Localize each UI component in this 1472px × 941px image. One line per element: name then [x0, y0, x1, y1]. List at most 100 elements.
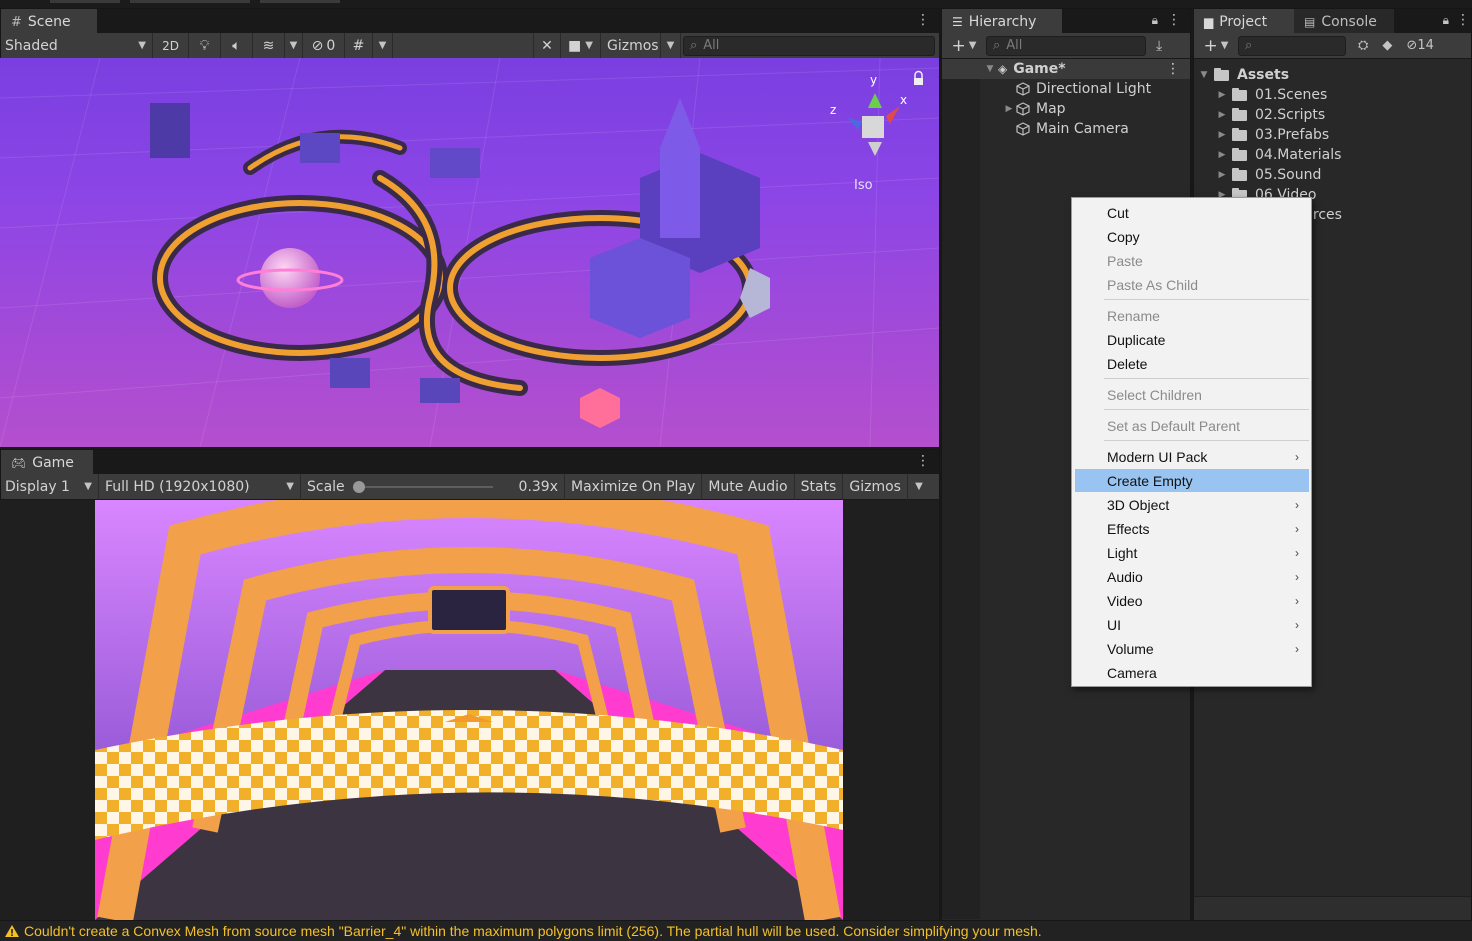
gizmos-dropdown[interactable]: ▼: [661, 32, 681, 59]
console-status-bar[interactable]: Couldn't create a Convex Mesh from sourc…: [0, 921, 1472, 941]
gameobject-cube-icon: [1016, 122, 1030, 136]
menu-item-duplicate[interactable]: Duplicate: [1075, 328, 1309, 351]
scale-slider[interactable]: [352, 480, 493, 493]
assets-root-row[interactable]: ▼ Assets: [1198, 65, 1290, 85]
expand-arrow-icon[interactable]: ▼: [984, 64, 996, 74]
menu-item-paste-as-child: Paste As Child: [1075, 273, 1309, 296]
project-folder-row[interactable]: ▶ 04.Materials: [1216, 145, 1342, 165]
hierarchy-item[interactable]: Directional Light: [942, 79, 1151, 99]
toggle-2d-button[interactable]: 2D: [153, 32, 189, 59]
tab-scene[interactable]: # Scene: [1, 9, 97, 33]
kebab-menu-icon[interactable]: ⋮: [1456, 13, 1470, 27]
expand-arrow-icon[interactable]: ▶: [1216, 130, 1228, 140]
chevron-right-icon: ›: [1295, 497, 1299, 512]
game-gizmos-dropdown[interactable]: ▼: [908, 474, 930, 500]
maximize-on-play-button[interactable]: Maximize On Play: [565, 473, 703, 500]
lighting-toggle-button[interactable]: 💡︎: [189, 32, 221, 59]
expand-arrow-icon[interactable]: ▶: [1216, 90, 1228, 100]
gizmos-button[interactable]: Gizmos: [601, 32, 661, 59]
hierarchy-search-input[interactable]: ⌕ All: [986, 35, 1146, 56]
effects-dropdown[interactable]: ▼: [285, 32, 303, 59]
tab-project[interactable]: ▆ Project: [1194, 9, 1294, 33]
menu-item-label: Select Children: [1107, 386, 1202, 403]
hierarchy-toolbar: + ▼ ⌕ All ⤓: [942, 33, 1190, 59]
menu-item-cut[interactable]: Cut: [1075, 201, 1309, 224]
stats-label: Stats: [800, 478, 837, 495]
game-gizmos-button[interactable]: Gizmos: [843, 473, 908, 500]
plus-icon: +: [1203, 35, 1218, 56]
scene-tabbar: # Scene ⋮: [1, 9, 939, 33]
hidden-objects-toggle[interactable]: ⊘ 0: [303, 32, 345, 59]
stats-button[interactable]: Stats: [795, 473, 844, 500]
kebab-menu-icon[interactable]: ⋮: [1166, 61, 1180, 77]
gameobject-cube-icon: [1016, 102, 1030, 116]
planet-prop: [260, 248, 320, 308]
create-button[interactable]: + ▼: [942, 33, 986, 59]
expand-arrow-icon[interactable]: ▶: [1216, 110, 1228, 120]
game-viewport[interactable]: [95, 500, 843, 920]
tab-game[interactable]: 🎮︎ Game: [1, 450, 93, 474]
project-folder-row[interactable]: ▶ 01.Scenes: [1216, 85, 1328, 105]
menu-item-modern-ui-pack[interactable]: Modern UI Pack ›: [1075, 445, 1309, 468]
resolution-dropdown[interactable]: Full HD (1920x1080) ▼: [99, 473, 301, 500]
mute-audio-button[interactable]: Mute Audio: [702, 473, 795, 500]
kebab-menu-icon[interactable]: ⋮: [916, 13, 930, 27]
filter-by-label-button[interactable]: ◆: [1382, 38, 1392, 53]
hierarchy-item[interactable]: ▶ Map: [942, 99, 1066, 119]
menu-item-effects[interactable]: Effects ›: [1075, 517, 1309, 540]
menu-separator: [1104, 409, 1309, 410]
hidden-packages-toggle[interactable]: ⊘14: [1406, 38, 1433, 53]
expand-arrow-icon[interactable]: ▼: [1198, 70, 1210, 80]
camera-dropdown[interactable]: ■ ▼: [561, 32, 601, 59]
scene-search-input[interactable]: ⌕ All: [683, 35, 935, 56]
scene-visibility-button[interactable]: ⤓: [1156, 38, 1162, 54]
menu-item-delete[interactable]: Delete: [1075, 352, 1309, 375]
menu-item-ui[interactable]: UI ›: [1075, 613, 1309, 636]
filter-by-type-button[interactable]: ⛭: [1358, 38, 1368, 53]
scene-viewport[interactable]: y x z Iso: [0, 58, 939, 447]
expand-arrow-icon[interactable]: ▶: [1002, 104, 1016, 114]
project-folder-label: 03.Prefabs: [1255, 127, 1330, 143]
project-folder-row[interactable]: ▶ 03.Prefabs: [1216, 125, 1330, 145]
kebab-menu-icon[interactable]: ⋮: [1167, 13, 1181, 27]
display-dropdown[interactable]: Display 1 ▼: [1, 473, 99, 500]
menu-item-camera[interactable]: Camera: [1075, 661, 1309, 684]
lock-icon[interactable]: 🔒︎: [1443, 13, 1449, 28]
project-folder-label: 05.Sound: [1255, 167, 1322, 183]
project-folder-row[interactable]: ▶ 02.Scripts: [1216, 105, 1326, 125]
lock-icon[interactable]: [914, 70, 923, 86]
lock-icon[interactable]: 🔒︎: [1152, 13, 1158, 28]
menu-item-create-empty[interactable]: Create Empty: [1075, 469, 1309, 492]
menu-item-light[interactable]: Light ›: [1075, 541, 1309, 564]
tab-hierarchy[interactable]: ☰ Hierarchy: [942, 9, 1062, 33]
menu-item-video[interactable]: Video ›: [1075, 589, 1309, 612]
menu-item-copy[interactable]: Copy: [1075, 225, 1309, 248]
project-folder-row[interactable]: ▶ 05.Sound: [1216, 165, 1322, 185]
orientation-gizmo[interactable]: [848, 93, 900, 156]
project-create-button[interactable]: + ▼: [1194, 33, 1238, 59]
project-toolbar: + ▼ ⌕ ⛭ ◆ ⊘14: [1194, 33, 1471, 59]
projection-label[interactable]: Iso: [854, 178, 873, 193]
shading-mode-dropdown[interactable]: Shaded ▼: [1, 32, 153, 59]
chevron-down-icon: ▼: [585, 40, 593, 51]
menu-item-audio[interactable]: Audio ›: [1075, 565, 1309, 588]
menu-item-volume[interactable]: Volume ›: [1075, 637, 1309, 660]
scale-slider-handle[interactable]: [352, 480, 365, 493]
hierarchy-item[interactable]: Main Camera: [942, 119, 1129, 139]
project-search-input[interactable]: ⌕: [1238, 35, 1346, 56]
effects-toggle-button[interactable]: ≋: [253, 32, 285, 59]
chevron-right-icon: ›: [1295, 617, 1299, 632]
folder-open-icon: [1214, 67, 1229, 81]
scene-root-row[interactable]: ▼ ◈ Game* ⋮: [942, 59, 1190, 79]
audio-toggle-button[interactable]: 🔈︎: [221, 32, 253, 59]
expand-arrow-icon[interactable]: ▶: [1216, 170, 1228, 180]
kebab-menu-icon[interactable]: ⋮: [916, 454, 930, 468]
camera-icon: ■: [568, 37, 582, 54]
menu-item-3d-object[interactable]: 3D Object ›: [1075, 493, 1309, 516]
grid-toggle-button[interactable]: #: [345, 32, 373, 59]
grid-dropdown[interactable]: ▼: [373, 32, 393, 59]
tools-toggle-button[interactable]: ✕: [533, 32, 561, 59]
chevron-right-icon: ›: [1295, 521, 1299, 536]
tab-console[interactable]: ▤ Console: [1294, 9, 1394, 33]
expand-arrow-icon[interactable]: ▶: [1216, 150, 1228, 160]
